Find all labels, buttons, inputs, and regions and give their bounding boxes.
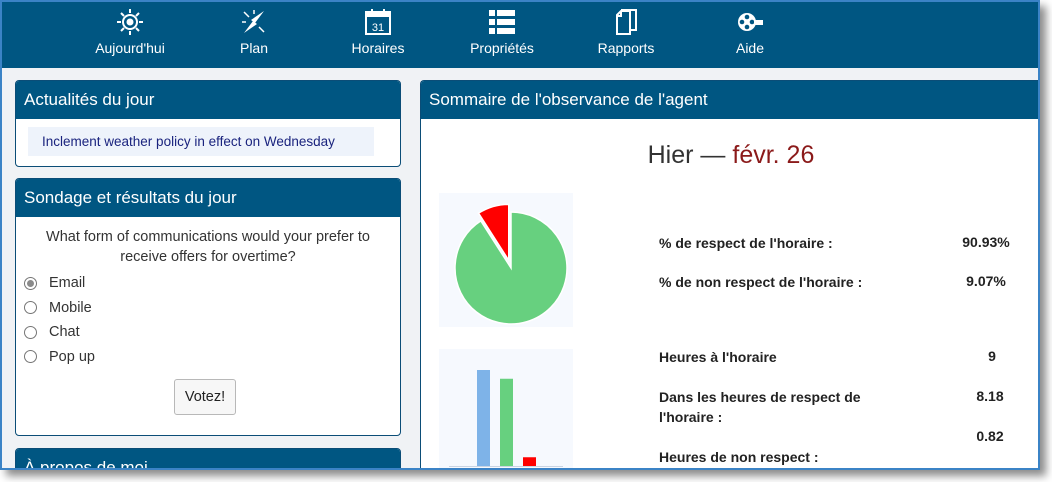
bar-non-adherent xyxy=(523,457,536,466)
documents-icon xyxy=(616,9,637,35)
radio-button[interactable] xyxy=(24,276,37,290)
calendar-icon: 31 xyxy=(365,9,391,35)
top-navigation: Aujourd'hui Plan 31 Horaires Propriétés … xyxy=(2,2,1038,68)
poll-option-label: Email xyxy=(49,275,86,292)
stat-value-non-adherence: 9.07% xyxy=(966,273,1006,289)
vote-button[interactable]: Votez! xyxy=(174,379,236,415)
poll-option-label: Pop up xyxy=(49,348,95,365)
period-separator: — xyxy=(700,141,726,169)
film-reel-icon xyxy=(738,13,763,31)
radio-button[interactable] xyxy=(24,325,37,339)
stat-label-adherent-hours: Dans les heures de respect de l'horaire … xyxy=(659,389,861,425)
list-icon xyxy=(489,10,515,34)
nav-schedules[interactable]: 31 Horaires xyxy=(316,2,440,68)
poll-option-popup[interactable]: Pop up xyxy=(24,345,400,370)
pie-slice-adherence xyxy=(454,211,568,325)
radio-button[interactable] xyxy=(24,301,37,315)
poll-option-label: Chat xyxy=(49,324,80,341)
bar-scheduled xyxy=(477,370,490,466)
panel-title: Actualités du jour xyxy=(16,81,400,119)
nav-help[interactable]: Aide xyxy=(688,2,812,68)
pie-svg xyxy=(454,203,568,325)
stat-label-non-adherent-hours: Heures de non respect : xyxy=(659,449,819,465)
nav-label: Aujourd'hui xyxy=(95,40,165,56)
bar-svg xyxy=(449,370,563,467)
nav-properties[interactable]: Propriétés xyxy=(440,2,564,68)
daily-news-panel: Actualités du jour Inclement weather pol… xyxy=(15,80,401,167)
stat-label-non-adherence: % de non respect de l'horaire : xyxy=(659,274,863,290)
calendar-day: 31 xyxy=(372,22,384,34)
period-label: Hier xyxy=(647,141,694,169)
nav-label: Plan xyxy=(239,40,269,56)
radio-button[interactable] xyxy=(24,350,37,364)
nav-label: Rapports xyxy=(597,40,655,56)
poll-option-chat[interactable]: Chat xyxy=(24,320,400,345)
nav-label: Horaires xyxy=(351,40,405,56)
poll-option-mobile[interactable]: Mobile xyxy=(24,296,400,321)
period-date: févr. 26 xyxy=(732,141,815,169)
stat-value-adherence: 90.93% xyxy=(962,234,1010,250)
stat-value-adherent-hours: 8.18 xyxy=(976,388,1004,404)
compass-icon xyxy=(242,10,265,33)
poll-question: What form of communications would your p… xyxy=(46,229,370,265)
adherence-summary-panel: Sommaire de l'observance de l'agent Hier… xyxy=(420,80,1038,468)
nav-reports[interactable]: Rapports xyxy=(564,2,688,68)
adherence-pie-chart xyxy=(439,193,573,327)
panel-title: Sondage et résultats du jour xyxy=(16,179,400,217)
nav-today[interactable]: Aujourd'hui xyxy=(68,2,192,68)
nav-plan[interactable]: Plan xyxy=(192,2,316,68)
about-me-panel: À propos de moi xyxy=(15,448,401,468)
summary-period: Hier — févr. 26 xyxy=(421,141,1038,170)
nav-label: Aide xyxy=(735,40,765,56)
sun-icon xyxy=(117,9,143,35)
panel-title: À propos de moi xyxy=(16,449,400,468)
stat-label-scheduled-hours: Heures à l'horaire xyxy=(659,349,777,365)
news-item[interactable]: Inclement weather policy in effect on We… xyxy=(28,127,374,156)
poll-options: Email Mobile Chat Pop up xyxy=(16,271,400,369)
nav-label: Propriétés xyxy=(470,40,534,56)
stat-value-non-adherent-hours: 0.82 xyxy=(976,428,1004,444)
app-window: Aujourd'hui Plan 31 Horaires Propriétés … xyxy=(0,0,1040,470)
stat-value-scheduled-hours: 9 xyxy=(988,348,996,364)
poll-option-email[interactable]: Email xyxy=(24,271,400,296)
daily-poll-panel: Sondage et résultats du jour What form o… xyxy=(15,178,401,436)
bar-adherent xyxy=(500,378,513,466)
stat-label-adherence: % de respect de l'horaire : xyxy=(659,235,833,251)
hours-bar-chart xyxy=(439,349,573,468)
poll-option-label: Mobile xyxy=(49,299,92,316)
panel-title: Sommaire de l'observance de l'agent xyxy=(421,81,1038,119)
